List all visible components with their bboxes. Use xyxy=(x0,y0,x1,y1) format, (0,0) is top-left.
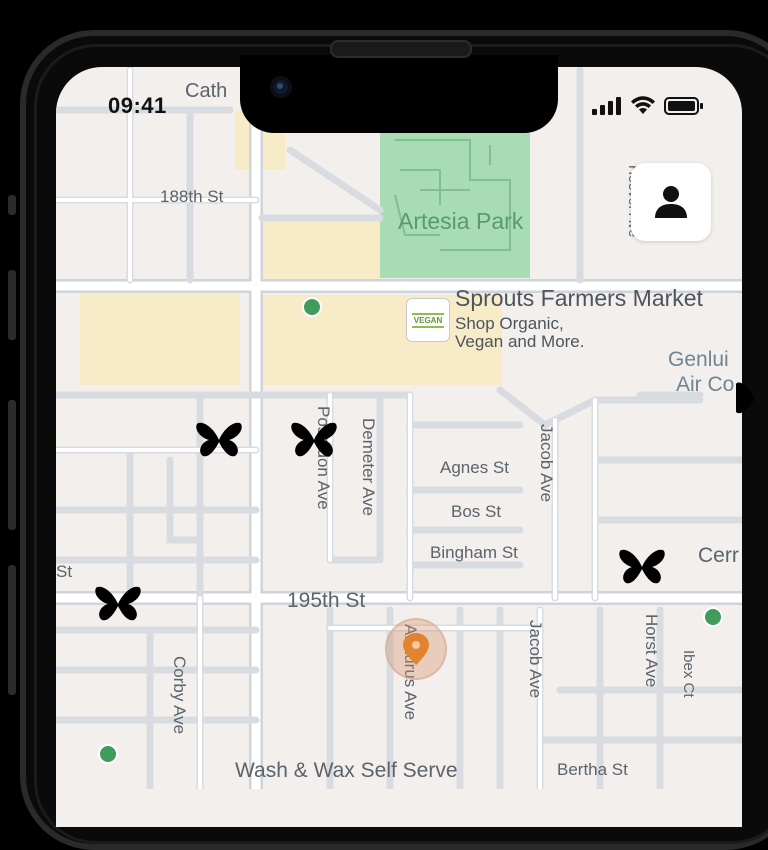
poi-subtitle-sprouts: Shop Organic, Vegan and More. xyxy=(455,314,585,351)
street-label-jacob-upper: Jacob Ave xyxy=(537,424,556,503)
park-label-artesia: Artesia Park xyxy=(398,208,524,234)
street-label-jacob-lower: Jacob Ave xyxy=(526,620,545,699)
street-label-corby: Corby Ave xyxy=(170,656,189,735)
street-label-bingham: Bingham St xyxy=(430,543,518,562)
map-marker-green[interactable] xyxy=(302,297,322,317)
volume-up-button xyxy=(8,270,16,340)
poi-label-wash: Wash & Wax Self Serve xyxy=(235,759,458,782)
mute-switch xyxy=(8,195,16,215)
map-screen[interactable] xyxy=(56,67,742,827)
front-camera xyxy=(270,76,292,98)
wifi-icon xyxy=(631,96,655,114)
street-label-horst: Horst Ave xyxy=(642,614,661,688)
status-time: 09:41 xyxy=(108,93,167,118)
street-label-188th: 188th St xyxy=(160,187,224,206)
street-label-bertha: Bertha St xyxy=(557,760,628,779)
butterfly-icon[interactable] xyxy=(195,420,243,460)
status-icons xyxy=(592,96,704,116)
map-marker-green[interactable] xyxy=(703,607,723,627)
poi-label-genlui-line2: Air Co xyxy=(676,373,735,396)
current-location-marker[interactable] xyxy=(385,618,447,680)
map-marker-green[interactable] xyxy=(98,744,118,764)
butterfly-icon[interactable] xyxy=(618,547,666,587)
volume-down-button xyxy=(8,400,16,530)
street-label-st: St xyxy=(56,562,73,581)
earpiece-speaker xyxy=(330,40,472,58)
street-label-195th: 195th St xyxy=(287,589,366,612)
battery-icon xyxy=(664,97,703,115)
cellular-signal-icon xyxy=(592,97,621,115)
street-label-cerr: Cerr xyxy=(698,544,739,567)
street-label-demeter: Demeter Ave xyxy=(359,418,378,516)
street-label-ibex: Ibex Ct xyxy=(680,650,697,698)
street-label-bos: Bos St xyxy=(451,502,502,521)
poi-title-sprouts[interactable]: Sprouts Farmers Market xyxy=(455,285,703,312)
person-icon xyxy=(655,186,687,218)
street-label-agnes: Agnes St xyxy=(440,458,509,477)
butterfly-icon[interactable] xyxy=(736,378,756,418)
side-button xyxy=(8,565,16,695)
sprouts-logo-icon: VEGAN xyxy=(411,312,445,328)
butterfly-icon[interactable] xyxy=(94,584,142,624)
street-label-cath: Cath xyxy=(185,80,228,102)
profile-button[interactable] xyxy=(631,163,711,241)
butterfly-icon[interactable] xyxy=(290,420,338,460)
sprouts-poi-icon[interactable]: VEGAN xyxy=(406,298,450,342)
map-pin-icon xyxy=(403,633,429,665)
poi-label-genlui-line1: Genlui xyxy=(668,348,729,371)
